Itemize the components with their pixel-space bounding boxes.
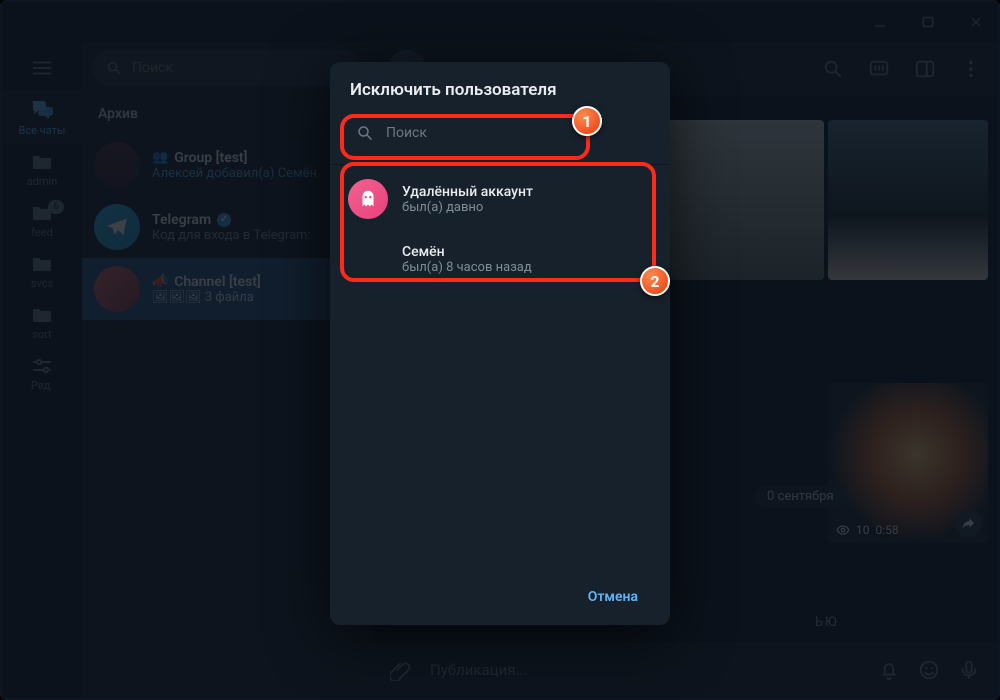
divider <box>330 164 670 165</box>
ghost-icon <box>357 188 379 210</box>
user-name: Семён <box>402 244 532 260</box>
user-status: был(а) давно <box>402 200 533 215</box>
remove-user-modal: Исключить пользователя Поиск Удалённый а… <box>330 62 670 625</box>
modal-title: Исключить пользователя <box>330 62 670 110</box>
modal-overlay[interactable]: Исключить пользователя Поиск Удалённый а… <box>2 2 998 698</box>
modal-search-field[interactable]: Поиск <box>344 114 656 152</box>
avatar <box>348 239 388 279</box>
user-row[interactable]: Семён был(а) 8 часов назад <box>330 229 670 289</box>
modal-search-placeholder: Поиск <box>386 125 427 141</box>
annotation-badge-1: 1 <box>572 106 602 136</box>
search-icon <box>356 124 374 142</box>
cancel-button[interactable]: Отмена <box>576 581 650 613</box>
avatar <box>348 179 388 219</box>
user-name: Удалённый аккаунт <box>402 184 533 200</box>
annotation-badge-2: 2 <box>640 266 670 296</box>
user-status: был(а) 8 часов назад <box>402 260 532 275</box>
user-row[interactable]: Удалённый аккаунт был(а) давно <box>330 169 670 229</box>
app-window: Все чаты admin 6 feed svcs <box>0 0 1000 700</box>
